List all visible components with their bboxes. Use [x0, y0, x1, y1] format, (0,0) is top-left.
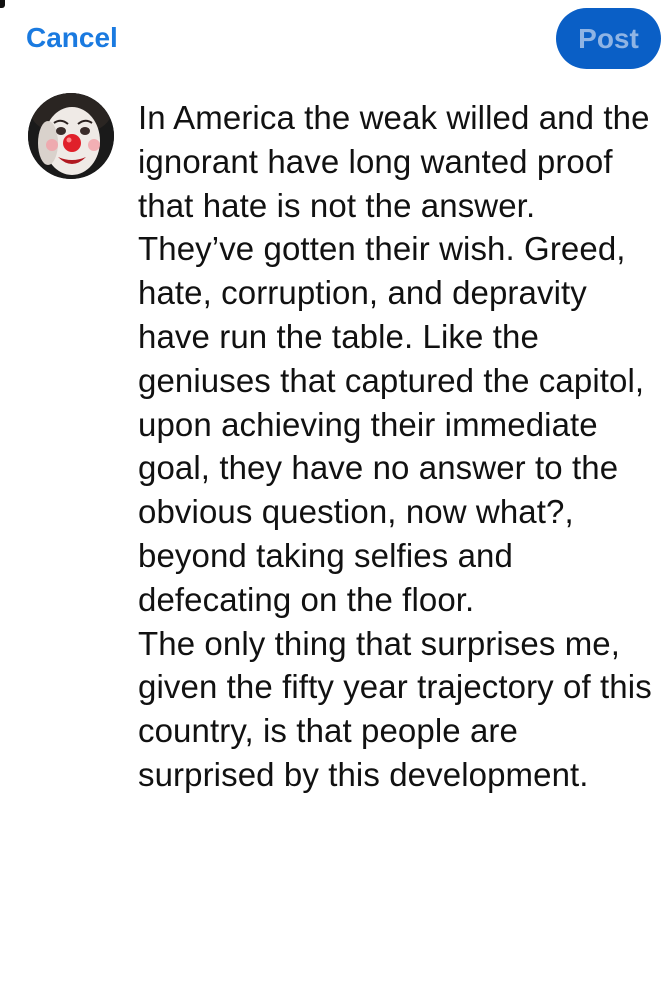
post-paragraph: The only thing that surprises me, given …: [138, 624, 652, 793]
status-corner-mark: [0, 0, 5, 8]
cancel-button[interactable]: Cancel: [26, 20, 118, 56]
post-text-area[interactable]: In America the weak willed and the ignor…: [138, 96, 653, 797]
avatar[interactable]: [28, 93, 114, 179]
post-button[interactable]: Post: [556, 8, 661, 69]
compose-header: Cancel Post: [0, 0, 669, 80]
clown-face-avatar-icon: [28, 93, 114, 179]
post-paragraph: In America the weak willed and the ignor…: [138, 99, 650, 618]
